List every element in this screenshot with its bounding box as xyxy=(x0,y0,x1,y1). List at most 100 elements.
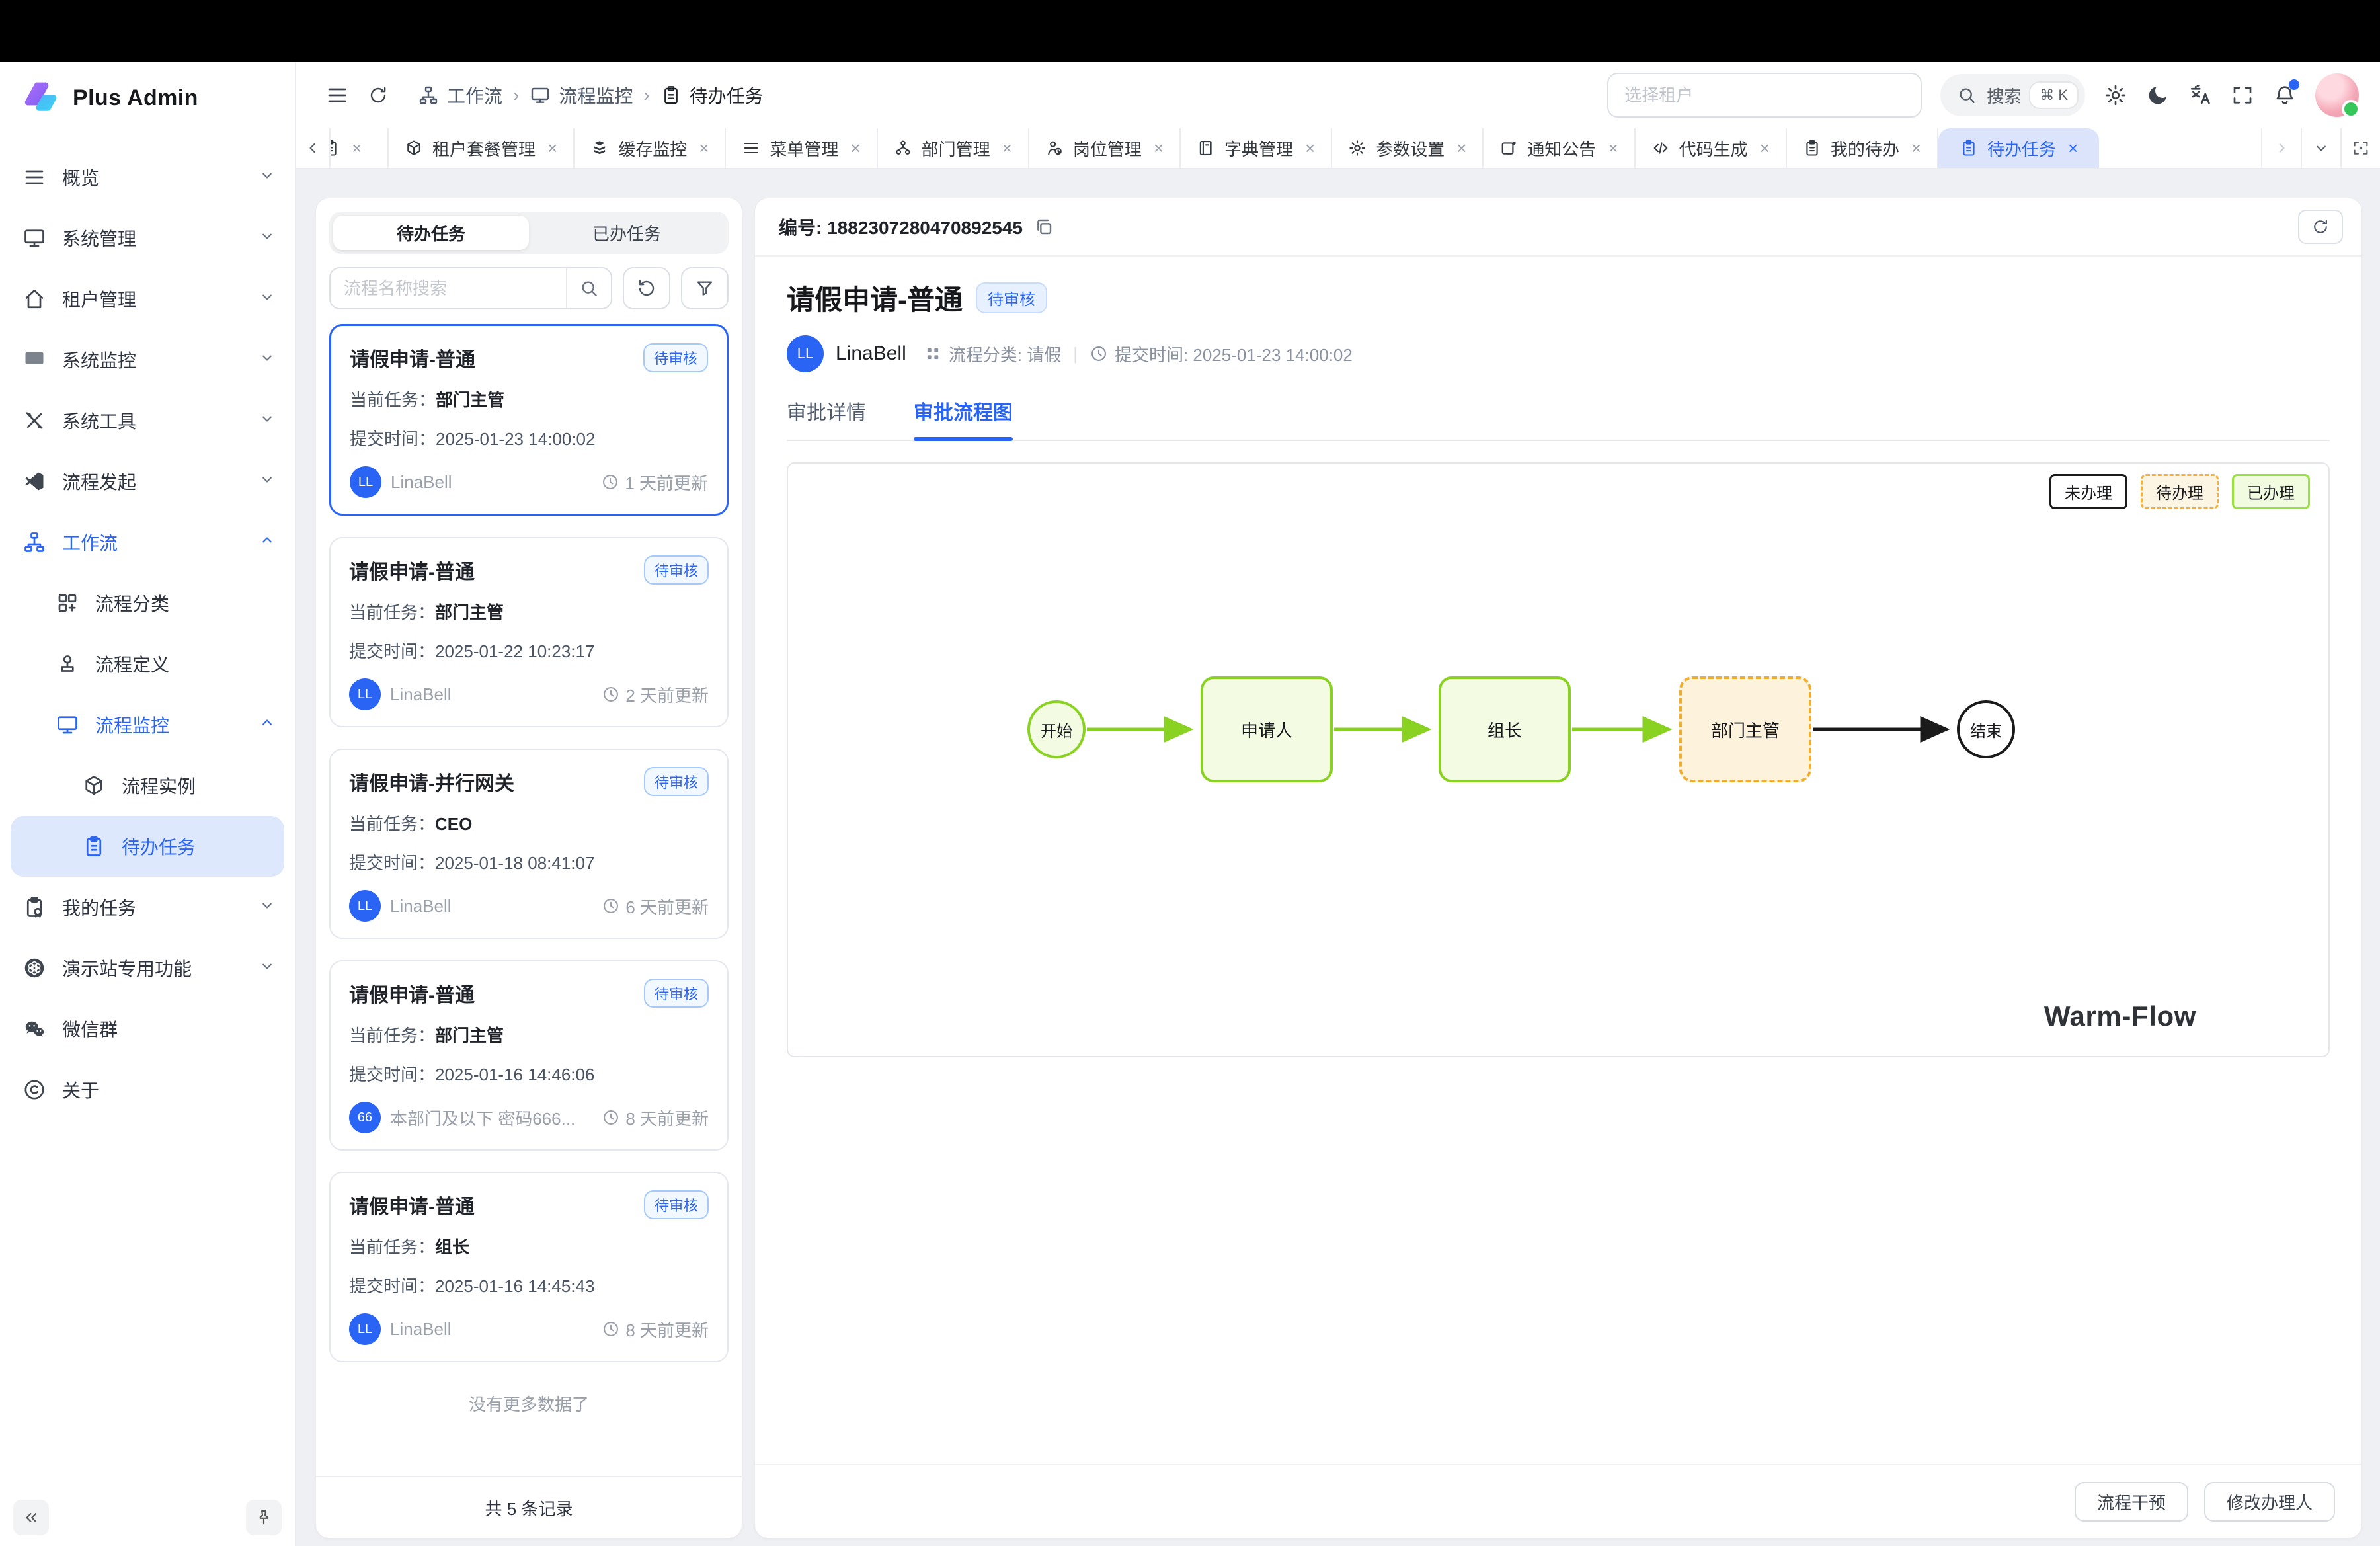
book-icon xyxy=(1197,139,1215,157)
sidebar-item-process-category[interactable]: 流程分类 xyxy=(0,573,295,633)
close-icon[interactable]: × xyxy=(1154,138,1164,159)
filter-button[interactable] xyxy=(681,267,729,309)
search-input[interactable] xyxy=(331,278,566,299)
close-icon[interactable]: × xyxy=(850,138,860,159)
task-card[interactable]: 请假申请-普通 待审核 当前任务：部门主管 提交时间：2025-01-16 14… xyxy=(329,960,729,1151)
chevron-down-icon xyxy=(258,409,276,432)
sidebar-item-process-start[interactable]: 流程发起 xyxy=(0,451,295,512)
tab-department-mgmt[interactable]: 部门管理 × xyxy=(878,128,1029,168)
clipped-tab-icon xyxy=(331,139,340,157)
tab-position-mgmt[interactable]: 岗位管理 × xyxy=(1029,128,1181,168)
segment-done-tasks[interactable]: 已办任务 xyxy=(529,216,725,250)
tab-todo-tasks[interactable]: 待办任务 × xyxy=(1938,128,2099,168)
sidebar-item-demo-features[interactable]: 演示站专用功能 xyxy=(0,938,295,998)
page-tabbar: × 租户套餐管理 × 缓存监控 × 菜单管理 × xyxy=(296,128,2380,169)
notifications-bell-icon[interactable] xyxy=(2273,83,2297,107)
gear-icon[interactable] xyxy=(2104,83,2127,107)
change-assignee-button[interactable]: 修改办理人 xyxy=(2204,1482,2335,1522)
tab-menu-mgmt[interactable]: 菜单管理 × xyxy=(726,128,877,168)
task-card[interactable]: 请假申请-普通 待审核 当前任务：组长 提交时间：2025-01-16 14:4… xyxy=(329,1172,729,1362)
close-icon[interactable]: × xyxy=(1608,138,1618,159)
close-icon[interactable]: × xyxy=(547,138,557,159)
applicant-name: LinaBell xyxy=(390,684,452,705)
submit-time-label: 提交时间： xyxy=(349,853,435,873)
avatar: 66 xyxy=(349,1102,381,1133)
close-icon[interactable]: × xyxy=(352,138,362,159)
tab-approval-diagram[interactable]: 审批流程图 xyxy=(914,396,1013,440)
chevron-down-icon xyxy=(258,348,276,372)
sidebar-item-tenant-mgmt[interactable]: 租户管理 xyxy=(0,268,295,329)
close-icon[interactable]: × xyxy=(699,138,709,159)
refresh-icon[interactable] xyxy=(368,85,389,106)
sidebar-item-process-instance[interactable]: 流程实例 xyxy=(0,755,295,816)
tabs-scroll-left-button[interactable] xyxy=(296,128,331,168)
close-icon[interactable]: × xyxy=(1456,138,1466,159)
close-icon[interactable]: × xyxy=(1760,138,1770,159)
flow-node-start[interactable]: 开始 xyxy=(1027,700,1086,758)
close-icon[interactable]: × xyxy=(1305,138,1315,159)
sidebar-item-process-definition[interactable]: 流程定义 xyxy=(0,633,295,694)
reset-button[interactable] xyxy=(623,267,670,309)
sidebar-item-wechat-group[interactable]: 微信群 xyxy=(0,998,295,1059)
sidebar-item-process-monitor[interactable]: 流程监控 xyxy=(0,694,295,755)
hamburger-menu-icon[interactable] xyxy=(325,83,349,107)
flow-node-end[interactable]: 结束 xyxy=(1957,700,2015,758)
tab-dictionary-mgmt[interactable]: 字典管理 × xyxy=(1181,128,1332,168)
sidebar-item-system-tools[interactable]: 系统工具 xyxy=(0,390,295,451)
tab-my-todo[interactable]: 我的待办 × xyxy=(1787,128,1938,168)
flow-diagram: 未办理 待办理 已办理 xyxy=(787,462,2330,1057)
task-card[interactable]: 请假申请-普通 待审核 当前任务：部门主管 提交时间：2025-01-22 10… xyxy=(329,537,729,727)
fullscreen-icon[interactable] xyxy=(2231,83,2254,107)
collapse-sidebar-button[interactable] xyxy=(13,1500,49,1535)
breadcrumb-item-todo-tasks[interactable]: 待办任务 xyxy=(660,82,764,108)
search-button[interactable] xyxy=(566,268,611,308)
breadcrumb-item-process-monitor[interactable]: 流程监控 xyxy=(530,82,633,108)
applicant-name: 本部门及以下 密码666... xyxy=(390,1106,575,1130)
sidebar-item-workflow[interactable]: 工作流 xyxy=(0,512,295,573)
global-search-button[interactable]: 搜索 ⌘ K xyxy=(1940,74,2085,116)
user-avatar[interactable] xyxy=(2315,73,2359,117)
detail-refresh-button[interactable] xyxy=(2298,210,2343,244)
sidebar-item-overview[interactable]: 概览 xyxy=(0,147,295,208)
tabs-dropdown-button[interactable] xyxy=(2301,128,2340,168)
sidebar-item-label: 系统管理 xyxy=(62,225,136,251)
task-card[interactable]: 请假申请-并行网关 待审核 当前任务：CEO 提交时间：2025-01-18 0… xyxy=(329,749,729,939)
flow-node-team-leader[interactable]: 组长 xyxy=(1439,676,1571,782)
segment-todo-tasks[interactable]: 待办任务 xyxy=(333,216,529,250)
tab-approval-detail[interactable]: 审批详情 xyxy=(787,396,866,440)
breadcrumb-item-workflow[interactable]: 工作流 xyxy=(418,82,502,108)
close-icon[interactable]: × xyxy=(1002,138,1012,159)
grid-plus-icon xyxy=(56,591,79,615)
language-translate-icon[interactable] xyxy=(2188,83,2212,107)
sidebar-item-my-tasks[interactable]: 我的任务 xyxy=(0,877,295,938)
tenant-select-input[interactable] xyxy=(1607,73,1922,118)
copy-icon[interactable] xyxy=(1033,216,1054,237)
flow-icon xyxy=(418,85,439,106)
brand[interactable]: Plus Admin xyxy=(0,62,295,134)
status-badge: 待审核 xyxy=(644,555,709,585)
current-task-value: 部门主管 xyxy=(436,390,504,410)
close-icon[interactable]: × xyxy=(2068,138,2078,159)
sidebar-item-label: 流程发起 xyxy=(62,468,136,495)
updated-time: 2 天前更新 xyxy=(602,682,709,707)
pin-sidebar-button[interactable] xyxy=(246,1500,282,1535)
tabs-scroll-right-button[interactable] xyxy=(2261,128,2301,168)
content-maximize-button[interactable] xyxy=(2340,128,2380,168)
sidebar-item-todo-tasks[interactable]: 待办任务 xyxy=(11,816,284,877)
flow-node-department-manager[interactable]: 部门主管 xyxy=(1679,676,1811,782)
sidebar-item-system-monitor[interactable]: 系统监控 xyxy=(0,329,295,390)
flow-node-applicant[interactable]: 申请人 xyxy=(1201,676,1333,782)
tab-partial[interactable]: × xyxy=(331,128,389,168)
dark-mode-moon-icon[interactable] xyxy=(2146,83,2170,107)
close-icon[interactable]: × xyxy=(1911,138,1921,159)
sidebar-item-about[interactable]: 关于 xyxy=(0,1059,295,1120)
tab-notice-announcement[interactable]: 通知公告 × xyxy=(1484,128,1635,168)
tab-cache-monitor[interactable]: 缓存监控 × xyxy=(575,128,726,168)
task-card[interactable]: 请假申请-普通 待审核 当前任务：部门主管 提交时间：2025-01-23 14… xyxy=(329,324,729,516)
process-intervene-button[interactable]: 流程干预 xyxy=(2075,1482,2188,1522)
sidebar-item-system-mgmt[interactable]: 系统管理 xyxy=(0,208,295,268)
sidebar-item-label: 微信群 xyxy=(62,1016,118,1042)
tab-tenant-package[interactable]: 租户套餐管理 × xyxy=(389,128,575,168)
tab-parameter-settings[interactable]: 参数设置 × xyxy=(1332,128,1484,168)
tab-code-generation[interactable]: 代码生成 × xyxy=(1636,128,1787,168)
